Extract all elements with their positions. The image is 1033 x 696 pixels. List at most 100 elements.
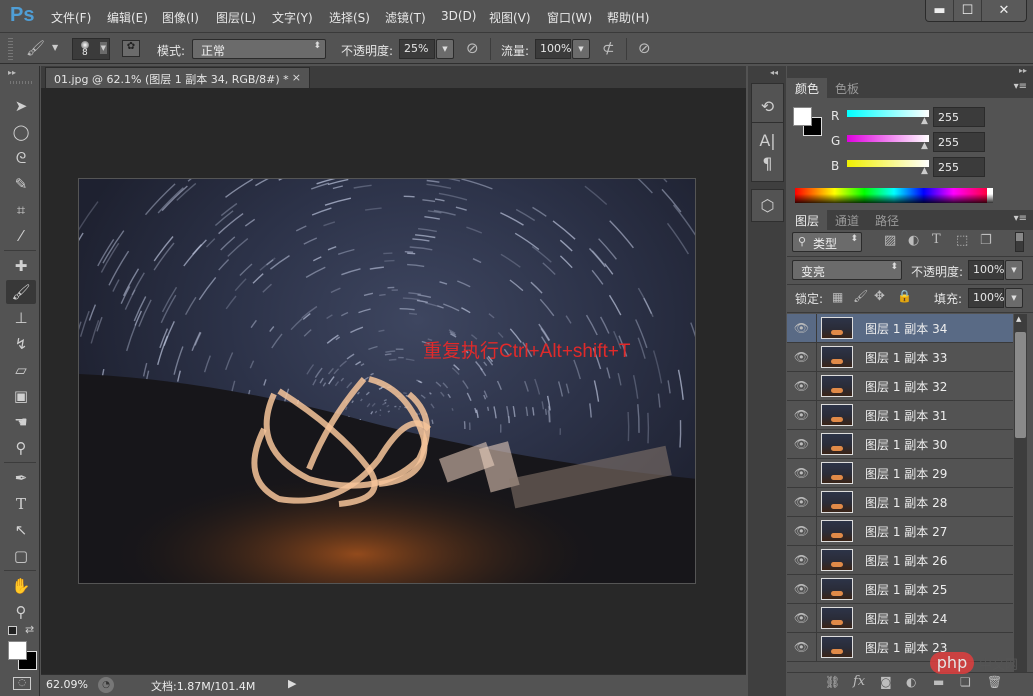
filter-type-layer-icon[interactable]: T bbox=[932, 232, 941, 247]
panel-menu-icon[interactable]: ▾≡ bbox=[1014, 213, 1027, 224]
scroll-up-icon[interactable]: ▲ bbox=[1016, 315, 1021, 323]
blend-mode-dropdown[interactable]: 变亮 ⬍ bbox=[792, 260, 902, 280]
lasso-tool-icon[interactable]: ᘓ bbox=[6, 146, 36, 170]
type-tool-icon[interactable]: T bbox=[6, 492, 36, 516]
document-tab[interactable]: 01.jpg @ 62.1% (图层 1 副本 34, RGB/8#) * × bbox=[45, 67, 310, 88]
status-menu-arrow-icon[interactable]: ▶ bbox=[288, 677, 296, 690]
blue-slider[interactable] bbox=[847, 160, 929, 167]
tab-color[interactable]: 颜色 bbox=[787, 78, 828, 98]
layer-filter-dropdown[interactable]: ⚲ 类型 ⬍ bbox=[792, 232, 862, 252]
filter-pixel-layer-icon[interactable]: ▨ bbox=[884, 233, 896, 248]
menu-filter[interactable]: 滤镜(T) bbox=[385, 9, 426, 26]
layer-style-fx-icon[interactable]: fx bbox=[853, 674, 865, 689]
maximize-button[interactable]: ☐ bbox=[954, 0, 982, 21]
brush-panel-toggle-icon[interactable]: ✿ bbox=[122, 40, 140, 57]
layer-row[interactable]: 👁 图层 1 副本 29 bbox=[787, 458, 1013, 488]
mode-dropdown[interactable]: 正常 ⬍ bbox=[192, 39, 326, 59]
hand-tool-icon[interactable]: ✋ bbox=[6, 574, 36, 598]
adjustment-layer-icon[interactable]: ◐ bbox=[906, 675, 916, 689]
lock-transparent-pixels-icon[interactable]: ▦ bbox=[832, 290, 843, 304]
visibility-toggle[interactable]: 👁 bbox=[787, 313, 817, 343]
filter-smart-object-icon[interactable]: ❐ bbox=[980, 233, 992, 248]
eraser-tool-icon[interactable]: ▱ bbox=[6, 358, 36, 382]
layer-opacity-dropdown-button[interactable]: ▼ bbox=[1005, 260, 1023, 280]
history-brush-tool-icon[interactable]: ↯ bbox=[6, 332, 36, 356]
layers-scrollbar[interactable]: ▲ bbox=[1014, 314, 1027, 672]
tab-paths[interactable]: 路径 bbox=[867, 210, 907, 230]
menu-type[interactable]: 文字(Y) bbox=[272, 9, 313, 26]
menu-image[interactable]: 图像(I) bbox=[162, 9, 199, 26]
menu-help[interactable]: 帮助(H) bbox=[607, 9, 649, 26]
lock-image-pixels-icon[interactable]: 🖌 bbox=[853, 289, 868, 303]
menu-layer[interactable]: 图层(L) bbox=[216, 9, 256, 26]
visibility-toggle[interactable]: 👁 bbox=[787, 400, 817, 430]
visibility-toggle[interactable]: 👁 bbox=[787, 545, 817, 575]
zoom-tool-icon[interactable]: ⚲ bbox=[6, 600, 36, 624]
path-selection-tool-icon[interactable]: ↖ bbox=[6, 518, 36, 542]
move-tool-icon[interactable]: ➤ bbox=[6, 94, 36, 118]
minimize-button[interactable]: ▬ bbox=[926, 0, 954, 21]
lock-all-icon[interactable]: 🔒 bbox=[897, 289, 912, 303]
flow-input[interactable]: 100% bbox=[535, 39, 571, 59]
slider-handle-icon[interactable]: ▲ bbox=[921, 116, 928, 126]
layer-row[interactable]: 👁 图层 1 副本 32 bbox=[787, 371, 1013, 401]
collapse-dock-icon[interactable]: ◂◂ bbox=[770, 68, 778, 77]
panel-menu-icon[interactable]: ▾≡ bbox=[1014, 81, 1027, 92]
visibility-toggle[interactable]: 👁 bbox=[787, 516, 817, 546]
brush-tool-icon[interactable]: 🖌 bbox=[6, 280, 36, 304]
tab-swatches[interactable]: 色板 bbox=[827, 78, 867, 98]
opacity-dropdown-button[interactable]: ▼ bbox=[436, 39, 454, 59]
flow-dropdown-button[interactable]: ▼ bbox=[572, 39, 590, 59]
filter-shape-layer-icon[interactable]: ⬚ bbox=[956, 233, 968, 248]
pressure-opacity-icon[interactable]: ⊘ bbox=[466, 39, 479, 57]
opacity-input[interactable]: 25% bbox=[399, 39, 435, 59]
visibility-toggle[interactable]: 👁 bbox=[787, 632, 817, 662]
foreground-color-swatch[interactable] bbox=[793, 107, 812, 126]
close-button[interactable]: ✕ bbox=[982, 0, 1026, 21]
delete-layer-icon[interactable]: 🗑 bbox=[987, 675, 1002, 689]
dodge-tool-icon[interactable]: ⚲ bbox=[6, 436, 36, 460]
healing-brush-tool-icon[interactable]: ✚ bbox=[6, 254, 36, 278]
brush-tool-preset-icon[interactable]: 🖌 bbox=[26, 39, 45, 57]
3d-panel-button[interactable]: ⬡ bbox=[751, 189, 784, 222]
menu-edit[interactable]: 编辑(E) bbox=[107, 9, 148, 26]
marquee-tool-icon[interactable]: ◯ bbox=[6, 120, 36, 144]
filter-adjustment-layer-icon[interactable]: ◐ bbox=[908, 233, 919, 248]
layer-row[interactable]: 👁 图层 1 副本 31 bbox=[787, 400, 1013, 430]
new-group-icon[interactable]: ▬ bbox=[933, 675, 944, 689]
menu-select[interactable]: 选择(S) bbox=[329, 9, 370, 26]
link-layers-icon[interactable]: ⛓ bbox=[825, 675, 840, 689]
visibility-toggle[interactable]: 👁 bbox=[787, 487, 817, 517]
layer-row[interactable]: 👁 图层 1 副本 33 bbox=[787, 342, 1013, 372]
visibility-toggle[interactable]: 👁 bbox=[787, 603, 817, 633]
color-spectrum-ramp[interactable] bbox=[795, 188, 993, 203]
options-grip[interactable] bbox=[8, 38, 13, 60]
crop-tool-icon[interactable]: ⌗ bbox=[6, 198, 36, 222]
blue-value-input[interactable]: 255 bbox=[933, 157, 985, 177]
close-tab-icon[interactable]: × bbox=[292, 71, 301, 84]
quick-selection-tool-icon[interactable]: ✎ bbox=[6, 172, 36, 196]
layer-row[interactable]: 👁 图层 1 副本 28 bbox=[787, 487, 1013, 517]
layer-opacity-input[interactable]: 100% bbox=[968, 260, 1004, 280]
fill-input[interactable]: 100% bbox=[968, 288, 1004, 308]
visibility-toggle[interactable]: 👁 bbox=[787, 429, 817, 459]
expand-panel-icon[interactable]: ▸▸ bbox=[8, 68, 16, 77]
layer-row[interactable]: 👁 图层 1 副本 25 bbox=[787, 574, 1013, 604]
lock-position-icon[interactable]: ✥ bbox=[874, 289, 885, 304]
character-icon[interactable]: A| bbox=[759, 131, 775, 150]
expand-icon[interactable]: ▸▸ bbox=[1019, 66, 1027, 75]
layer-row[interactable]: 👁 图层 1 副本 34 bbox=[787, 313, 1013, 343]
layer-row[interactable]: 👁 图层 1 副本 26 bbox=[787, 545, 1013, 575]
menu-window[interactable]: 窗口(W) bbox=[547, 9, 592, 26]
green-slider[interactable] bbox=[847, 135, 929, 142]
clone-stamp-tool-icon[interactable]: ⊥ bbox=[6, 306, 36, 330]
canvas-image[interactable] bbox=[78, 178, 696, 584]
tab-layers[interactable]: 图层 bbox=[787, 210, 828, 230]
eyedropper-tool-icon[interactable]: ⁄ bbox=[6, 224, 36, 248]
menu-3d[interactable]: 3D(D) bbox=[441, 9, 476, 23]
red-value-input[interactable]: 255 bbox=[933, 107, 985, 127]
brush-size-picker[interactable]: 8 ▼ bbox=[72, 38, 110, 60]
green-value-input[interactable]: 255 bbox=[933, 132, 985, 152]
visibility-toggle[interactable]: 👁 bbox=[787, 371, 817, 401]
menu-file[interactable]: 文件(F) bbox=[51, 9, 91, 26]
